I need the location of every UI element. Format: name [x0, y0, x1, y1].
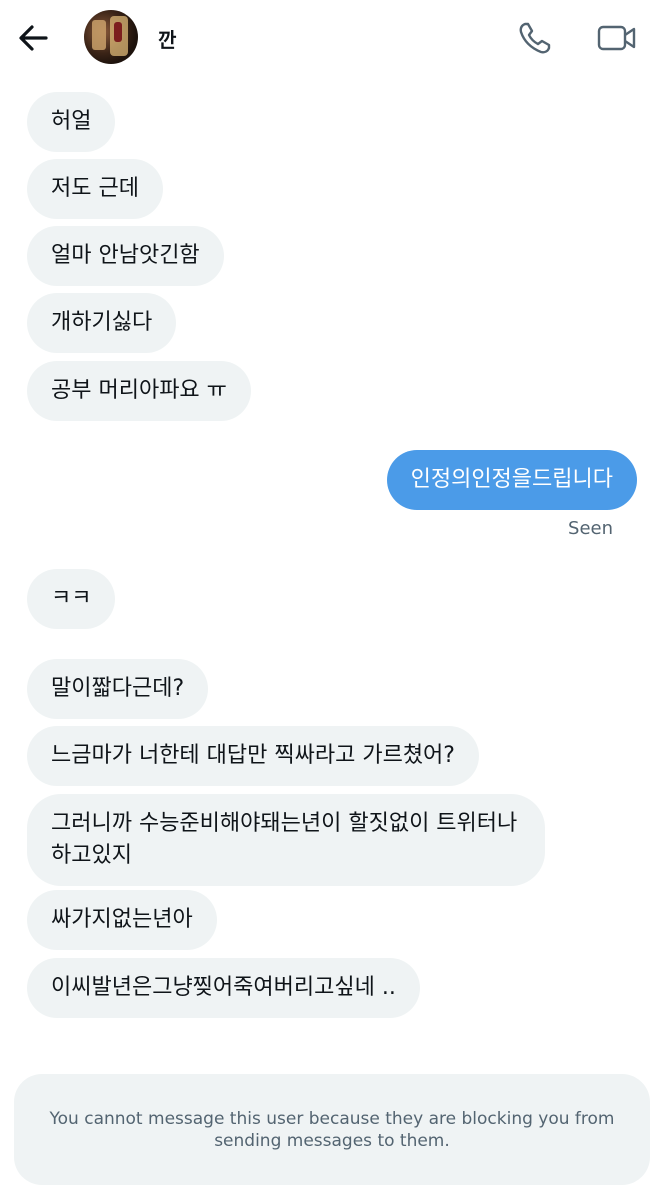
video-camera-icon	[597, 25, 636, 51]
video-call-button[interactable]	[596, 20, 638, 56]
phone-icon	[519, 22, 551, 54]
message-bubble[interactable]: 얼마 안남앗긴함	[27, 226, 224, 286]
message-bubble[interactable]: 허얼	[27, 92, 116, 152]
back-button[interactable]	[14, 20, 54, 56]
avatar[interactable]	[84, 10, 138, 64]
message-thread: 허얼 저도 근데 얼마 안남앗긴함 개하기싫다 공부 머리아파요 ㅠ 인정의인정…	[0, 0, 664, 1199]
message-bubble[interactable]: 싸가지없는년아	[27, 890, 217, 950]
dm-screen: 깐 허얼 저도 근데 얼마 안남앗긴함 개하기싫다 공부 머리아파요 ㅠ 인정의…	[0, 0, 664, 1199]
seen-status: Seen	[568, 518, 613, 539]
message-bubble-sent[interactable]: 인정의인정을드립니다	[386, 450, 637, 510]
message-bubble[interactable]: 공부 머리아파요 ㅠ	[27, 361, 251, 421]
message-bubble[interactable]: 저도 근데	[27, 159, 163, 219]
back-arrow-icon	[19, 25, 48, 51]
message-bubble[interactable]: ㅋㅋ	[27, 569, 116, 629]
blocked-notice: You cannot message this user because the…	[14, 1074, 650, 1185]
message-bubble[interactable]: 그러니까 수능준비해야돼는년이 할짓없이 트위터나 하고있지	[27, 794, 545, 886]
message-bubble[interactable]: 말이짧다근데?	[27, 659, 209, 719]
message-bubble[interactable]: 개하기싫다	[27, 293, 177, 353]
blocked-notice-text: You cannot message this user because the…	[49, 1108, 615, 1151]
call-button[interactable]	[516, 20, 554, 56]
message-bubble[interactable]: 느금마가 너한테 대답만 찍싸라고 가르쳤어?	[27, 726, 479, 786]
conversation-header: 깐	[0, 0, 664, 76]
message-bubble[interactable]: 이씨발년은그냥찢어죽여버리고싶네 ..	[27, 958, 420, 1018]
conversation-username[interactable]: 깐	[158, 24, 176, 53]
